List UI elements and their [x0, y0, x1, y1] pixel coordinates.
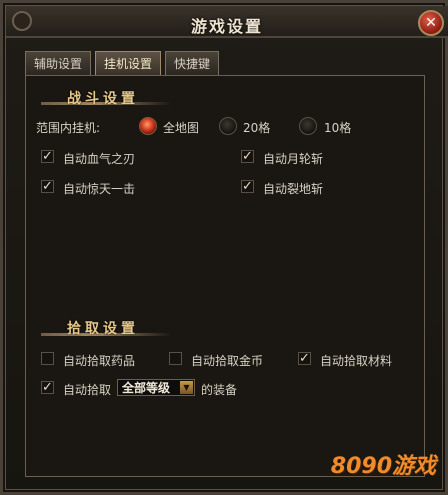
check-moon-slash-label: 自动月轮斩 [263, 152, 324, 166]
pickup-section-title: 拾取设置 [67, 321, 139, 337]
check-pick-materials-label: 自动拾取材料 [320, 354, 393, 368]
chevron-down-icon: ▼ [180, 381, 193, 394]
grade-select-value: 全部等级 [122, 381, 171, 395]
close-button[interactable]: ✕ [418, 10, 444, 36]
radio-full-map[interactable] [139, 117, 157, 135]
tab-idle-settings[interactable]: 挂机设置 [95, 51, 162, 75]
check-auto-pick-equip-label: 自动拾取 [63, 383, 112, 397]
tab-assist-settings[interactable]: 辅助设置 [25, 51, 92, 75]
check-sky-strike-label: 自动惊天一击 [63, 182, 136, 196]
radio-10-cells-label: 10格 [324, 121, 352, 135]
range-label: 范围内挂机: [36, 121, 101, 135]
window-title: 游戏设置 [190, 17, 263, 36]
equipment-suffix-label: 的装备 [201, 383, 238, 397]
check-sky-strike[interactable]: ✓ [41, 180, 54, 193]
check-blood-blade-label: 自动血气之刃 [63, 152, 136, 166]
site-logo: 8090游戏 [330, 454, 436, 479]
radio-10-cells[interactable] [299, 117, 317, 135]
grade-select[interactable]: 全部等级 ▼ [117, 379, 195, 396]
check-earth-slash[interactable]: ✓ [241, 180, 254, 193]
settings-window: 游戏设置 ✕ 辅助设置 挂机设置 快捷键 战斗设置 范围内挂机: 全地图 20格… [0, 0, 448, 495]
tab-hotkeys[interactable]: 快捷键 [165, 51, 220, 75]
check-moon-slash[interactable]: ✓ [241, 150, 254, 163]
check-pick-gold-label: 自动拾取金币 [191, 354, 264, 368]
check-pick-potions[interactable] [41, 352, 54, 365]
check-auto-pick-equip[interactable]: ✓ [41, 381, 54, 394]
radio-20-cells[interactable] [219, 117, 237, 135]
combat-section-title: 战斗设置 [67, 91, 139, 107]
radio-full-map-label: 全地图 [163, 121, 200, 135]
check-pick-materials[interactable]: ✓ [298, 352, 311, 365]
radio-20-cells-label: 20格 [243, 121, 271, 135]
tab-bar: 辅助设置 挂机设置 快捷键 [25, 51, 220, 75]
check-pick-gold[interactable] [169, 352, 182, 365]
check-blood-blade[interactable]: ✓ [41, 150, 54, 163]
check-pick-potions-label: 自动拾取药品 [63, 354, 136, 368]
check-earth-slash-label: 自动裂地斩 [263, 182, 324, 196]
title-bar: 游戏设置 ✕ [6, 6, 448, 38]
